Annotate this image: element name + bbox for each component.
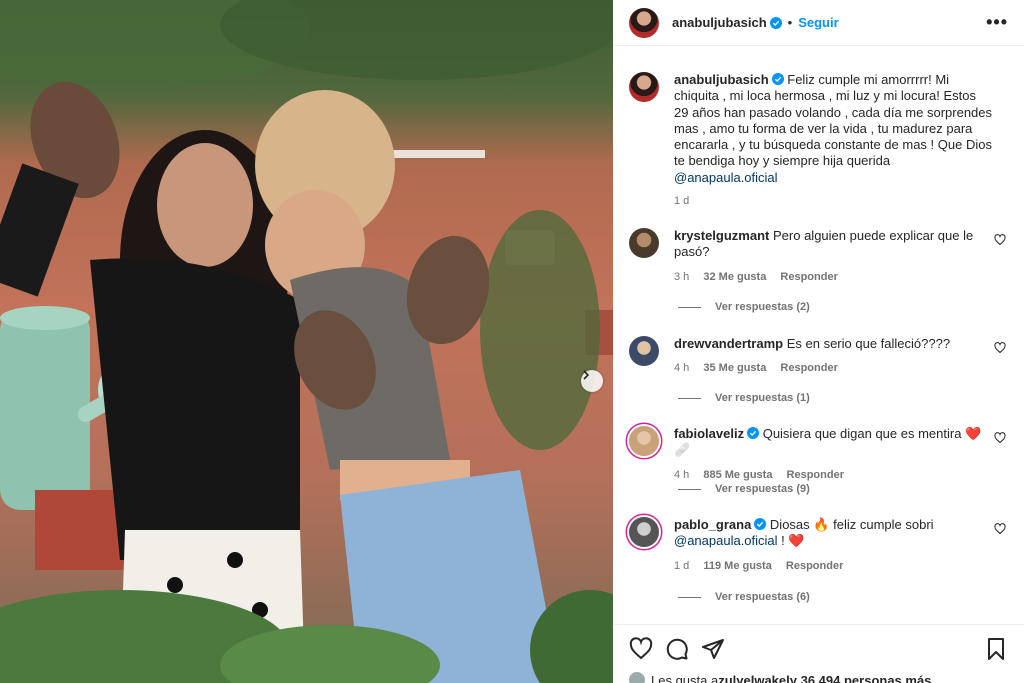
separator-dot: • xyxy=(787,15,793,30)
commenter-avatar[interactable] xyxy=(629,336,659,366)
caption-time: 1 d xyxy=(674,195,690,208)
view-replies-button[interactable]: Ver respuestas (6) xyxy=(678,591,810,603)
comments-list[interactable]: anabuljubasich Feliz cumple mi amorrrrr!… xyxy=(613,64,1024,624)
owner-username[interactable]: anabuljubasich xyxy=(672,15,767,30)
comment-likes[interactable]: 32 Me gusta xyxy=(703,271,766,283)
post-photo[interactable] xyxy=(0,0,613,683)
reply-button[interactable]: Responder xyxy=(787,469,844,481)
comment-likes[interactable]: 35 Me gusta xyxy=(703,362,766,374)
comment-time: 4 h xyxy=(674,362,690,375)
share-send-icon[interactable] xyxy=(701,637,725,661)
view-replies-button[interactable]: Ver respuestas (9) xyxy=(678,483,810,495)
comment-time: 3 h xyxy=(674,270,690,283)
carousel-next-button[interactable] xyxy=(581,370,603,392)
verified-badge-icon xyxy=(747,427,760,439)
comment-username[interactable]: krystelguzmant xyxy=(674,228,769,243)
comment-text: Diosas xyxy=(769,517,810,532)
comment-item: pablo_grana Diosas 🔥 feliz cumple sobri … xyxy=(629,517,1012,574)
post-header: anabuljubasich • Seguir ••• xyxy=(613,0,1024,46)
liker-username[interactable]: zulyelwakel xyxy=(718,673,790,683)
caption: anabuljubasich Feliz cumple mi amorrrrr!… xyxy=(629,72,1012,209)
reply-button[interactable]: Responder xyxy=(786,560,843,572)
comment-username[interactable]: pablo_grana xyxy=(674,517,751,532)
verified-badge-icon xyxy=(769,16,782,29)
view-replies-button[interactable]: Ver respuestas (2) xyxy=(678,301,810,313)
commenter-avatar[interactable] xyxy=(629,426,659,456)
comment-item: fabiolaveliz Quisiera que digan que es m… xyxy=(629,426,1012,483)
comment-mention[interactable]: @anapaula.oficial xyxy=(674,533,778,548)
like-comment-icon[interactable] xyxy=(994,432,1006,444)
comment-text: feliz cumple sobri xyxy=(833,517,934,532)
more-options-icon[interactable]: ••• xyxy=(986,12,1008,33)
like-comment-icon[interactable] xyxy=(994,523,1006,535)
owner-avatar[interactable] xyxy=(629,7,659,38)
like-comment-icon[interactable] xyxy=(994,234,1006,246)
reply-button[interactable]: Responder xyxy=(780,362,837,374)
comment-item: krystelguzmant Pero alguien puede explic… xyxy=(629,228,1012,285)
comment-bubble-icon[interactable] xyxy=(665,637,689,661)
commenter-avatar[interactable] xyxy=(629,228,659,258)
fire-emoji: 🔥 xyxy=(813,517,830,532)
comment-username[interactable]: drewvandertramp xyxy=(674,336,783,351)
view-replies-button[interactable]: Ver respuestas (1) xyxy=(678,392,810,404)
comment-item: drewvandertramp Es en serio que falleció… xyxy=(629,336,1012,377)
comment-likes[interactable]: 119 Me gusta xyxy=(703,560,771,572)
follow-button[interactable]: Seguir xyxy=(798,15,838,30)
like-heart-icon[interactable] xyxy=(629,636,653,661)
likes-count[interactable]: y 36.494 personas más xyxy=(790,673,932,683)
verified-badge-icon xyxy=(754,518,767,530)
like-comment-icon[interactable] xyxy=(994,342,1006,354)
comment-text: Quisiera que digan que es mentira xyxy=(762,426,962,441)
likes-summary[interactable]: Les gusta a zulyelwakel y 36.494 persona… xyxy=(629,672,931,683)
heart-emoji: ❤️ xyxy=(788,533,805,549)
comment-text: Es en serio que falleció???? xyxy=(786,336,951,351)
comment-time: 4 h xyxy=(674,468,690,481)
comment-username[interactable]: fabiolaveliz xyxy=(674,426,744,441)
likes-prefix: Les gusta a xyxy=(651,672,719,683)
verified-badge-icon xyxy=(771,73,784,85)
reply-button[interactable]: Responder xyxy=(780,271,837,283)
post-actions-bar xyxy=(613,624,1024,672)
commenter-avatar[interactable] xyxy=(629,517,659,547)
comment-time: 1 d xyxy=(674,559,690,572)
photo-illustration xyxy=(0,0,613,683)
comment-text: ! xyxy=(777,533,785,549)
comment-likes[interactable]: 885 Me gusta xyxy=(703,469,772,481)
caption-mention[interactable]: @anapaula.oficial xyxy=(674,170,778,185)
liker-avatar xyxy=(629,672,645,683)
caption-username[interactable]: anabuljubasich xyxy=(674,72,769,87)
save-bookmark-icon[interactable] xyxy=(984,637,1008,661)
caption-avatar[interactable] xyxy=(629,72,659,102)
post-details-panel: anabuljubasich • Seguir ••• anabuljubasi… xyxy=(613,0,1024,683)
chevron-right-icon xyxy=(583,370,590,380)
